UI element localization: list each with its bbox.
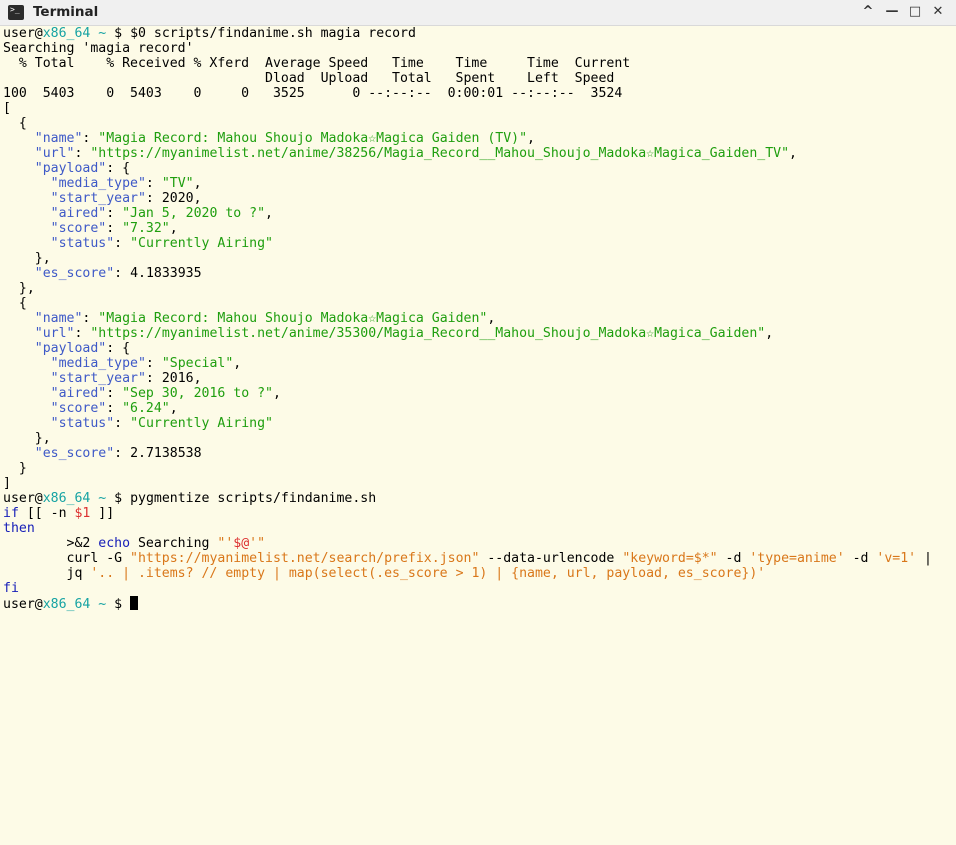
script-line: jq '.. | .items? // empty | map(select(.… (3, 566, 766, 581)
json-line: { (3, 116, 27, 131)
curl-header-line: % Total % Received % Xferd Average Speed… (3, 56, 631, 71)
script-line: if [[ -n $1 ]] (3, 506, 115, 521)
prompt-symbol: $ (114, 26, 131, 41)
json-line: "url": "https://myanimelist.net/anime/38… (34, 146, 797, 161)
json-close-bracket: ] (3, 476, 11, 491)
prompt-symbol: $ (114, 597, 131, 612)
json-line: "aired": "Jan 5, 2020 to ?", (50, 206, 273, 221)
command-text: pygmentize scripts/findanime.sh (130, 491, 377, 506)
script-line: curl -G "https://myanimelist.net/search/… (3, 551, 932, 566)
output-line: Searching 'magia record' (3, 41, 194, 56)
prompt-path: ~ (90, 491, 115, 506)
minimize-icon[interactable]: — (883, 3, 901, 21)
json-line: "payload": { (34, 161, 131, 176)
maximize-icon[interactable]: □ (906, 3, 924, 21)
json-line: }, (3, 251, 51, 266)
prompt-path: ~ (90, 597, 115, 612)
prompt-line: user@x86_64 ~ $ pygmentize scripts/finda… (3, 491, 956, 506)
prompt-user: user@ (3, 491, 43, 506)
json-line: "status": "Currently Airing" (50, 236, 273, 251)
command-text: $0 scripts/findanime.sh magia record (130, 26, 416, 41)
json-line: "score": "6.24", (50, 401, 178, 416)
window-title: Terminal (33, 4, 99, 20)
json-line: "name": "Magia Record: Mahou Shoujo Mado… (34, 311, 496, 326)
prompt-line: user@x86_64 ~ $ $0 scripts/findanime.sh … (3, 26, 956, 41)
prompt-host: x86_64 (42, 491, 91, 506)
prompt-path: ~ (90, 26, 115, 41)
json-line: }, (3, 281, 35, 296)
json-line: } (3, 461, 27, 476)
json-line: "url": "https://myanimelist.net/anime/35… (34, 326, 774, 341)
prompt-user: user@ (3, 26, 43, 41)
curl-header-line: Dload Upload Total Spent Left Speed (3, 71, 615, 86)
json-line: "aired": "Sep 30, 2016 to ?", (50, 386, 281, 401)
script-line: fi (3, 581, 19, 596)
json-line: "media_type": "TV", (50, 176, 202, 191)
json-line: "payload": { (34, 341, 131, 356)
prompt-user: user@ (3, 597, 43, 612)
json-line: "media_type": "Special", (50, 356, 242, 371)
json-line: { (3, 296, 27, 311)
json-line: "name": "Magia Record: Mahou Shoujo Mado… (34, 131, 535, 146)
json-line: "es_score": 2.7138538 (34, 446, 202, 461)
script-line: then (3, 521, 35, 536)
json-line: "score": "7.32", (50, 221, 178, 236)
json-line: "status": "Currently Airing" (50, 416, 273, 431)
close-icon[interactable]: ✕ (929, 3, 947, 21)
script-line: >&2 echo Searching "'$@'" (3, 536, 266, 551)
prompt-line[interactable]: user@x86_64 ~ $ (3, 596, 956, 612)
curl-progress-line: 100 5403 0 5403 0 0 3525 0 --:--:-- 0:00… (3, 86, 623, 101)
prompt-host: x86_64 (42, 26, 91, 41)
json-line: "start_year": 2020, (50, 191, 202, 206)
json-line: "es_score": 4.1833935 (34, 266, 202, 281)
text-cursor (130, 596, 139, 610)
terminal-app-icon (8, 5, 24, 20)
prompt-host: x86_64 (42, 597, 91, 612)
chevron-up-icon[interactable]: ^ (859, 3, 877, 21)
json-line: "start_year": 2016, (50, 371, 202, 386)
prompt-symbol: $ (114, 491, 131, 506)
window-titlebar[interactable]: Terminal ^ — □ ✕ (0, 0, 956, 26)
json-open-bracket: [ (3, 101, 11, 116)
terminal-output[interactable]: user@x86_64 ~ $ $0 scripts/findanime.sh … (3, 26, 956, 845)
json-line: }, (3, 431, 51, 446)
